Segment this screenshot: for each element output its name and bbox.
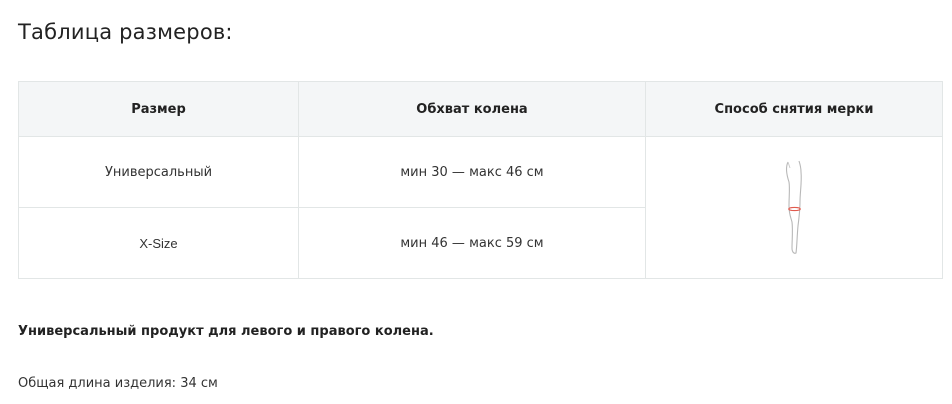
length-note: Общая длина изделия: 34 см: [18, 376, 218, 391]
header-size: Размер: [18, 81, 299, 137]
measure-image-cell: [645, 136, 943, 279]
table-row: Универсальный мин 30 — макс 46 см: [18, 136, 943, 279]
universal-note: Универсальный продукт для левого и право…: [18, 324, 434, 339]
header-measure-method: Способ снятия мерки: [645, 81, 943, 137]
circumference-cell: мин 46 — макс 59 см: [298, 207, 646, 279]
size-table: Размер Обхват колена Способ снятия мерки…: [18, 81, 943, 279]
header-circumference: Обхват колена: [298, 81, 646, 137]
size-cell: Универсальный: [18, 136, 299, 208]
table-header-row: Размер Обхват колена Способ снятия мерки: [18, 81, 943, 137]
circumference-cell: мин 30 — макс 46 см: [298, 136, 646, 208]
leg-measurement-icon: [785, 160, 802, 254]
size-cell: X-Size: [18, 207, 299, 279]
page-title: Таблица размеров:: [18, 20, 233, 44]
